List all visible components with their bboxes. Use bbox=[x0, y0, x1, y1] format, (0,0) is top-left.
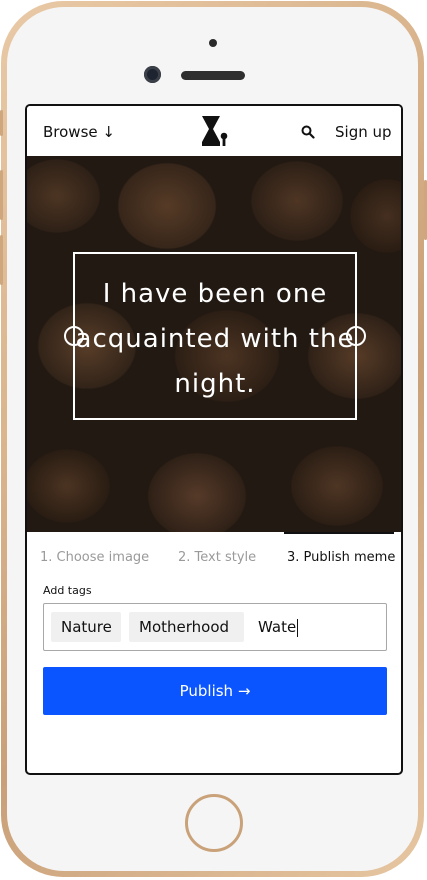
meme-image-canvas[interactable]: I have been one acquainted with the nigh… bbox=[27, 156, 401, 532]
step-choose-image[interactable]: 1. Choose image bbox=[40, 550, 149, 565]
front-camera bbox=[144, 66, 161, 83]
tag-chip-motherhood[interactable]: Motherhood bbox=[129, 612, 244, 642]
tags-input[interactable]: Nature Motherhood Wate bbox=[43, 603, 387, 651]
step-tabs: 1. Choose image 2. Text style 3. Publish… bbox=[27, 532, 401, 572]
tags-label: Add tags bbox=[43, 584, 92, 597]
resize-handle-right[interactable] bbox=[346, 326, 366, 346]
meme-text-box[interactable]: I have been one acquainted with the nigh… bbox=[64, 252, 366, 420]
tag-typed-value: Wate bbox=[258, 618, 297, 636]
top-navigation: Browse ↓ Sign up bbox=[27, 106, 401, 156]
resize-handle-left[interactable] bbox=[64, 326, 84, 346]
step-text-style[interactable]: 2. Text style bbox=[178, 550, 256, 565]
earpiece-speaker bbox=[181, 71, 245, 80]
home-button[interactable] bbox=[185, 794, 243, 852]
step-publish-meme[interactable]: 3. Publish meme bbox=[287, 550, 395, 565]
text-caret bbox=[297, 618, 299, 637]
app-screen: Browse ↓ Sign up I have been one acquain… bbox=[25, 104, 403, 775]
tag-chip-nature[interactable]: Nature bbox=[51, 612, 121, 642]
active-step-indicator bbox=[284, 532, 394, 534]
volume-down-button bbox=[0, 235, 3, 285]
meme-text[interactable]: I have been one acquainted with the nigh… bbox=[75, 272, 355, 407]
mute-switch bbox=[0, 110, 3, 136]
hourglass-keyhole-logo-icon[interactable] bbox=[200, 114, 230, 148]
sign-up-link[interactable]: Sign up bbox=[335, 123, 392, 141]
volume-up-button bbox=[0, 170, 3, 220]
publish-button[interactable]: Publish → bbox=[43, 667, 387, 715]
proximity-sensor bbox=[209, 39, 217, 47]
tag-typed-text[interactable]: Wate bbox=[258, 612, 299, 642]
search-icon[interactable] bbox=[301, 125, 315, 139]
browse-menu[interactable]: Browse ↓ bbox=[43, 123, 115, 141]
